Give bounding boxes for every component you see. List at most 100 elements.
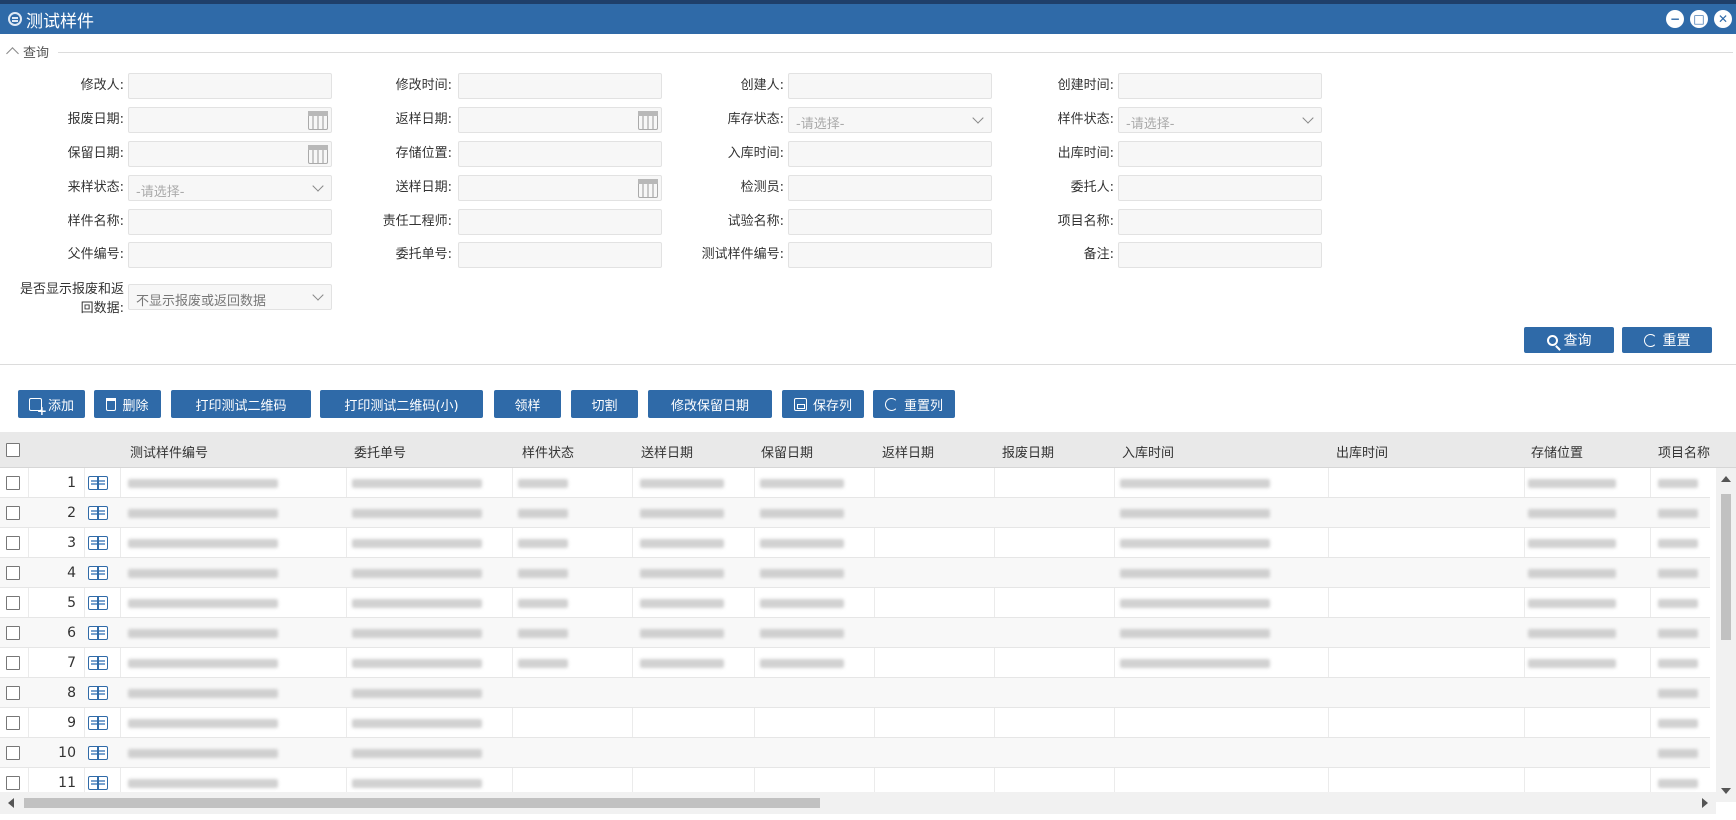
row-checkbox[interactable] [6,686,20,700]
obscured-cell [1658,539,1698,548]
calendar-icon[interactable] [638,179,658,198]
send-date-input[interactable] [458,175,662,201]
test-sample-no-input[interactable] [788,242,992,268]
obscured-cell [518,509,568,518]
receive-sample-button[interactable]: 领样 [494,390,561,418]
table-row[interactable]: 1 [0,468,1710,498]
cut-button[interactable]: 切割 [571,390,638,418]
test-name-input[interactable] [788,209,992,235]
column-header[interactable]: 出库时间 [1336,442,1388,461]
column-header[interactable]: 存储位置 [1531,442,1583,461]
minimize-icon[interactable]: − [1666,10,1684,28]
delete-button[interactable]: 删除 [94,390,161,418]
book-icon[interactable] [88,566,108,580]
save-columns-button[interactable]: 保存列 [782,390,864,418]
show-scrap-select[interactable]: 不显示报废或返回数据 [128,284,332,310]
table-row[interactable]: 6 [0,618,1710,648]
horizontal-scroll-thumb[interactable] [24,798,820,808]
select-all-checkbox[interactable] [6,443,20,457]
obscured-cell [128,509,278,518]
book-icon[interactable] [88,686,108,700]
book-icon[interactable] [88,776,108,790]
row-checkbox[interactable] [6,776,20,790]
row-checkbox[interactable] [6,596,20,610]
calendar-icon[interactable] [308,111,328,130]
close-icon[interactable]: ✕ [1714,10,1732,28]
row-checkbox[interactable] [6,566,20,580]
storage-location-input[interactable] [458,141,662,167]
table-row[interactable]: 3 [0,528,1710,558]
client-input[interactable] [1118,175,1322,201]
search-button[interactable]: 查询 [1524,327,1614,353]
maximize-icon[interactable]: □ [1690,10,1708,28]
add-button[interactable]: 添加 [18,390,85,418]
order-no-input[interactable] [458,242,662,268]
column-header[interactable]: 返样日期 [882,442,934,461]
book-icon[interactable] [88,716,108,730]
column-header[interactable]: 报废日期 [1002,442,1054,461]
calendar-icon[interactable] [308,145,328,164]
row-checkbox[interactable] [6,536,20,550]
column-header[interactable]: 项目名称 [1658,442,1710,461]
row-checkbox[interactable] [6,506,20,520]
book-icon[interactable] [88,536,108,550]
query-legend[interactable]: 查询 [6,42,49,61]
sample-name-input[interactable] [128,209,332,235]
parent-no-input[interactable] [128,242,332,268]
modify-time-input[interactable] [458,73,662,99]
create-time-input[interactable] [1118,73,1322,99]
column-header[interactable]: 测试样件编号 [130,442,208,461]
column-header[interactable]: 送样日期 [641,442,693,461]
remark-input[interactable] [1118,242,1322,268]
table-row[interactable]: 4 [0,558,1710,588]
row-checkbox[interactable] [6,746,20,760]
scrap-date-input[interactable] [128,107,332,133]
table-row[interactable]: 10 [0,738,1710,768]
book-icon[interactable] [88,626,108,640]
book-icon[interactable] [88,506,108,520]
stock-status-select[interactable]: -请选择- [788,107,992,133]
book-icon[interactable] [88,656,108,670]
print-qr-button[interactable]: 打印测试二维码 [171,390,311,418]
reset-button[interactable]: 重置 [1622,327,1712,353]
project-name-input[interactable] [1118,209,1322,235]
obscured-cell [352,599,482,608]
row-checkbox[interactable] [6,716,20,730]
row-checkbox[interactable] [6,476,20,490]
scroll-right-icon[interactable] [1702,798,1708,808]
calendar-icon[interactable] [638,111,658,130]
reset-columns-button[interactable]: 重置列 [873,390,955,418]
modifier-input[interactable] [128,73,332,99]
table-row[interactable]: 7 [0,648,1710,678]
table-row[interactable]: 8 [0,678,1710,708]
inspector-input[interactable] [788,175,992,201]
out-time-input[interactable] [1118,141,1322,167]
column-header[interactable]: 委托单号 [354,442,406,461]
horizontal-scrollbar[interactable] [0,792,1716,814]
creator-input[interactable] [788,73,992,99]
vertical-scroll-thumb[interactable] [1721,494,1731,640]
book-icon[interactable] [88,746,108,760]
book-icon[interactable] [88,596,108,610]
sample-status-select[interactable]: -请选择- [1118,107,1322,133]
modify-retain-date-button[interactable]: 修改保留日期 [648,390,772,418]
vertical-scrollbar[interactable] [1716,468,1736,802]
scroll-left-icon[interactable] [8,798,14,808]
row-checkbox[interactable] [6,656,20,670]
return-date-input[interactable] [458,107,662,133]
book-icon[interactable] [88,476,108,490]
incoming-status-select[interactable]: -请选择- [128,175,332,201]
engineer-input[interactable] [458,209,662,235]
table-row[interactable]: 5 [0,588,1710,618]
table-row[interactable]: 2 [0,498,1710,528]
retain-date-input[interactable] [128,141,332,167]
in-time-input[interactable] [788,141,992,167]
column-header[interactable]: 保留日期 [761,442,813,461]
row-checkbox[interactable] [6,626,20,640]
table-row[interactable]: 9 [0,708,1710,738]
column-header[interactable]: 入库时间 [1122,442,1174,461]
column-header[interactable]: 样件状态 [522,442,574,461]
print-qr-small-button[interactable]: 打印测试二维码(小) [320,390,483,418]
scroll-up-icon[interactable] [1721,476,1731,482]
scroll-down-icon[interactable] [1721,788,1731,794]
